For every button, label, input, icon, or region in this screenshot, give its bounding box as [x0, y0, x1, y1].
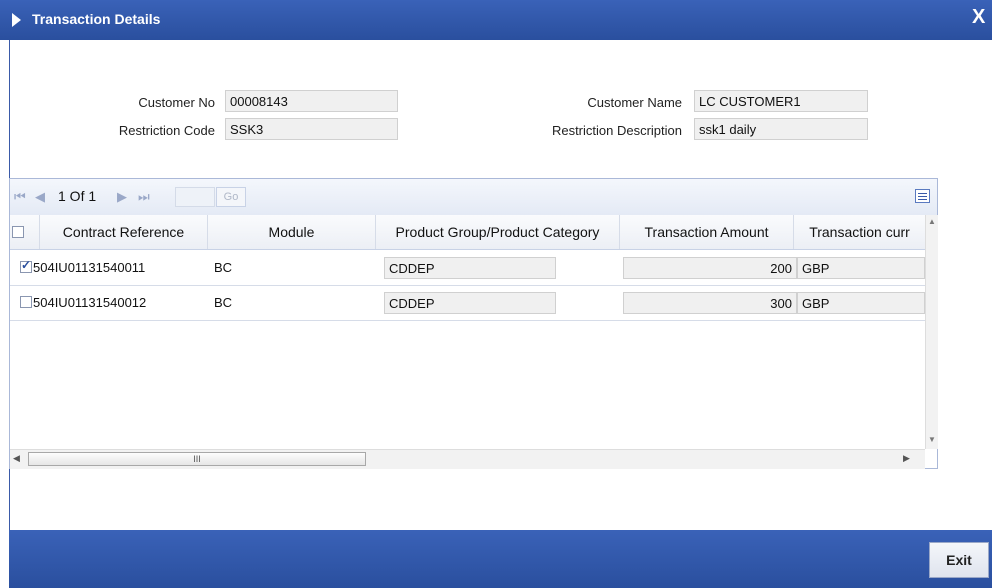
transaction-currency-cell: GBP [797, 292, 925, 314]
window-title: Transaction Details [32, 11, 161, 27]
table-row[interactable]: 504IU01131540012 BC CDDEP 300 GBP [10, 285, 925, 321]
restriction-description-field[interactable]: ssk1 daily [694, 118, 868, 140]
header-transaction-currency[interactable]: Transaction curr [794, 215, 925, 249]
module-cell: BC [214, 295, 233, 310]
footer-bar: Exit [9, 530, 992, 588]
customer-name-label: Customer Name [587, 95, 682, 110]
module-cell: BC [214, 260, 233, 275]
restriction-description-label: Restriction Description [551, 123, 682, 138]
scroll-right-icon[interactable]: ▶ [903, 453, 910, 464]
transaction-grid: ⏮ ◀ 1 Of 1 ▶ ⏭ Go Contract Reference Mod… [9, 178, 938, 469]
scroll-left-icon[interactable]: ◀ [13, 453, 20, 464]
exit-button[interactable]: Exit [929, 542, 989, 578]
table-header: Contract Reference Module Product Group/… [10, 215, 925, 250]
previous-page-icon[interactable]: ◀ [35, 189, 45, 205]
horizontal-scroll-thumb[interactable]: III [28, 452, 366, 466]
header-module[interactable]: Module [208, 215, 376, 249]
close-icon[interactable]: X [972, 6, 985, 29]
horizontal-scrollbar[interactable]: ◀ III ▶ [10, 449, 925, 469]
row-checkbox[interactable] [20, 296, 32, 308]
vertical-scrollbar[interactable]: ▲ ▼ [925, 215, 938, 449]
contract-reference-cell: 504IU01131540011 [33, 260, 146, 275]
scroll-up-icon[interactable]: ▲ [928, 217, 936, 226]
next-page-icon[interactable]: ▶ [117, 189, 127, 205]
customer-name-field[interactable]: LC CUSTOMER1 [694, 90, 868, 112]
customer-no-label: Customer No [138, 95, 215, 110]
contract-reference-cell: 504IU01131540012 [33, 295, 147, 310]
go-button[interactable]: Go [216, 187, 246, 207]
first-page-icon[interactable]: ⏮ [14, 189, 26, 205]
customer-no-field[interactable]: 00008143 [225, 90, 398, 112]
title-bar: Transaction Details X [0, 0, 992, 40]
header-product-group[interactable]: Product Group/Product Category [376, 215, 620, 249]
header-transaction-amount[interactable]: Transaction Amount [620, 215, 794, 249]
product-group-cell: CDDEP [384, 257, 556, 279]
collapse-arrow-icon[interactable] [12, 13, 21, 27]
page-number-input[interactable] [175, 187, 215, 207]
last-page-icon[interactable]: ⏭ [138, 189, 150, 205]
select-all-cell [10, 215, 40, 249]
transaction-currency-cell: GBP [797, 257, 925, 279]
select-all-checkbox[interactable] [12, 226, 24, 238]
transaction-amount-cell: 300 [623, 292, 797, 314]
transaction-amount-cell: 200 [623, 257, 797, 279]
pager-toolbar: ⏮ ◀ 1 Of 1 ▶ ⏭ Go [10, 179, 937, 216]
page-indicator: 1 Of 1 [58, 188, 97, 204]
restriction-code-label: Restriction Code [118, 123, 215, 138]
table-row[interactable]: 504IU01131540011 BC CDDEP 200 GBP [10, 250, 925, 286]
restriction-code-field[interactable]: SSK3 [225, 118, 398, 140]
column-chooser-icon[interactable] [915, 189, 930, 203]
product-group-cell: CDDEP [384, 292, 556, 314]
scroll-down-icon[interactable]: ▼ [928, 435, 936, 444]
row-checkbox[interactable] [20, 258, 32, 273]
header-contract-reference[interactable]: Contract Reference [40, 215, 208, 249]
